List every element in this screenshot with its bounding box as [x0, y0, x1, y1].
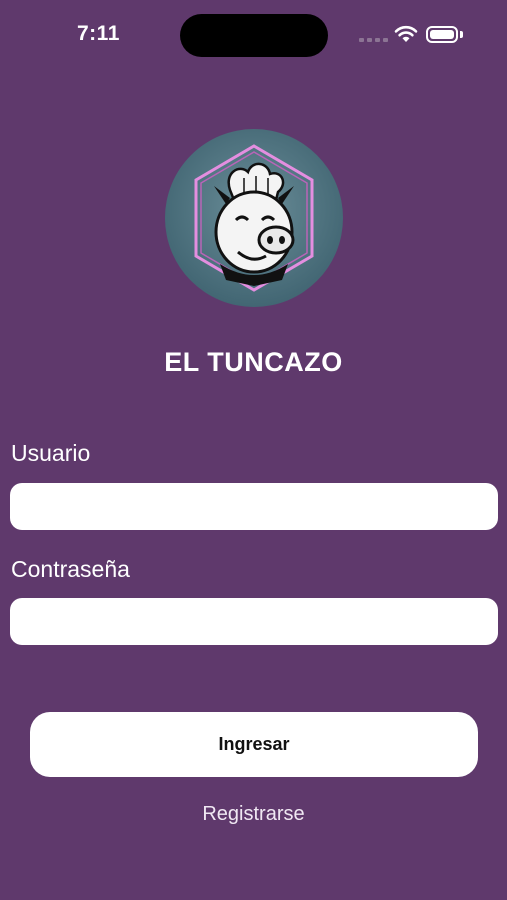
dynamic-island [180, 14, 328, 57]
register-link[interactable]: Registrarse [0, 803, 507, 826]
username-label: Usuario [11, 440, 91, 466]
login-button[interactable]: Ingresar [30, 712, 478, 777]
battery-icon [426, 26, 458, 43]
username-input[interactable] [10, 483, 498, 530]
app-title: EL TUNCAZO [164, 347, 343, 377]
status-time: 7:11 [77, 22, 120, 45]
chef-pig-logo [165, 129, 343, 307]
cellular-signal-icon [359, 38, 388, 42]
password-label: Contraseña [11, 556, 130, 582]
password-input[interactable] [10, 598, 498, 645]
status-bar: 7:11 [0, 0, 507, 70]
wifi-icon [394, 25, 418, 42]
